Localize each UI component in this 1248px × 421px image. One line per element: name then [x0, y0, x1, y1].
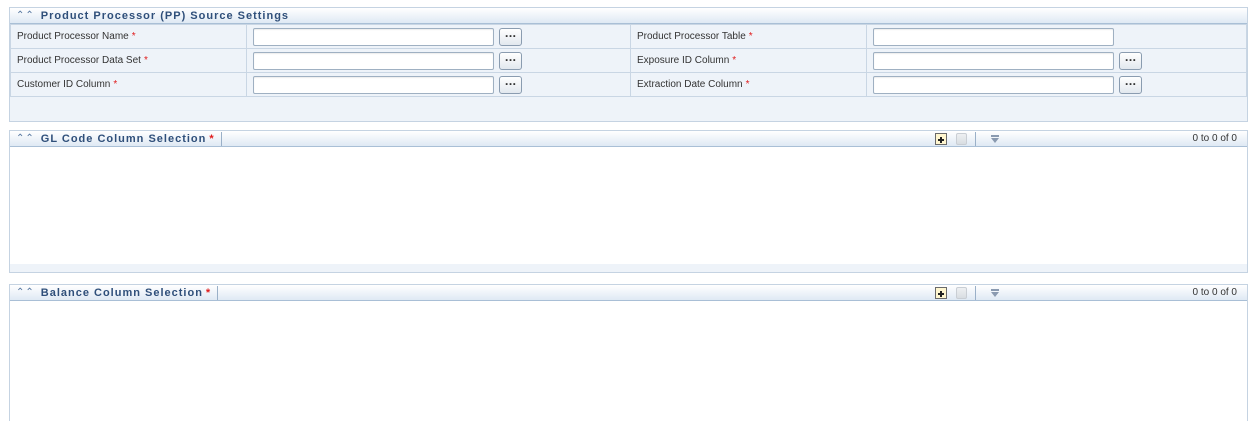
gl-code-grid-body	[10, 147, 1247, 264]
extraction-date-column-input[interactable]	[873, 75, 1114, 94]
divider	[975, 132, 976, 146]
balance-column-selection-panel: ⌃⌃ Balance Column Selection * 0 to 0 of …	[9, 284, 1248, 421]
field-label: Product Processor Data Set *	[10, 48, 247, 73]
gl-code-panel-header: ⌃⌃ GL Code Column Selection * 0 to 0 of …	[10, 131, 1247, 147]
collapse-chevron-icon[interactable]: ⌃⌃	[16, 287, 35, 298]
divider	[217, 285, 219, 300]
pp-source-settings-section: ⌃⌃ Product Processor (PP) Source Setting…	[9, 7, 1248, 122]
product-processor-data-set-browse-button[interactable]: ...	[499, 51, 522, 70]
panel-title: Balance Column Selection	[40, 286, 203, 299]
customer-id-column-browse-button[interactable]: ...	[499, 75, 522, 94]
exposure-id-column-browse-button[interactable]: ...	[1119, 51, 1142, 70]
pp-source-settings-header[interactable]: ⌃⌃ Product Processor (PP) Source Setting…	[10, 8, 1247, 24]
balance-panel-header: ⌃⌃ Balance Column Selection * 0 to 0 of …	[10, 285, 1247, 301]
record-count: 0 to 0 of 0	[1192, 133, 1237, 144]
section-title: Product Processor (PP) Source Settings	[40, 9, 290, 22]
add-row-icon[interactable]	[935, 287, 947, 299]
pp-settings-grid: Product Processor Name * ... Product Proc…	[10, 24, 1247, 97]
grid-toolbar	[935, 131, 1000, 147]
exposure-id-column-input[interactable]	[873, 51, 1114, 70]
record-count: 0 to 0 of 0	[1192, 287, 1237, 298]
product-processor-data-set-input[interactable]	[253, 51, 494, 70]
required-marker: *	[205, 286, 212, 299]
panel-title: GL Code Column Selection	[40, 132, 207, 145]
filter-icon[interactable]	[990, 135, 1000, 143]
add-row-icon[interactable]	[935, 133, 947, 145]
field-label: Customer ID Column *	[10, 72, 247, 97]
product-processor-name-input[interactable]	[253, 27, 494, 46]
field-label: Extraction Date Column *	[630, 72, 867, 97]
delete-icon	[956, 133, 967, 145]
customer-id-column-input[interactable]	[253, 75, 494, 94]
grid-toolbar	[935, 285, 1000, 301]
extraction-date-column-browse-button[interactable]: ...	[1119, 75, 1142, 94]
collapse-chevron-icon[interactable]: ⌃⌃	[16, 133, 35, 144]
filter-icon[interactable]	[990, 289, 1000, 297]
product-processor-table-input[interactable]	[873, 27, 1114, 46]
required-marker: *	[209, 132, 215, 145]
field-label: Exposure ID Column *	[630, 48, 867, 73]
field-label: Product Processor Table *	[630, 24, 867, 49]
divider	[220, 131, 222, 146]
field-label: Product Processor Name *	[10, 24, 247, 49]
gl-code-column-selection-panel: ⌃⌃ GL Code Column Selection * 0 to 0 of …	[9, 130, 1248, 273]
balance-grid-body	[10, 301, 1247, 421]
divider	[975, 286, 976, 300]
product-processor-name-browse-button[interactable]: ...	[499, 27, 522, 46]
collapse-chevron-icon[interactable]: ⌃⌃	[16, 10, 35, 21]
delete-icon	[956, 287, 967, 299]
